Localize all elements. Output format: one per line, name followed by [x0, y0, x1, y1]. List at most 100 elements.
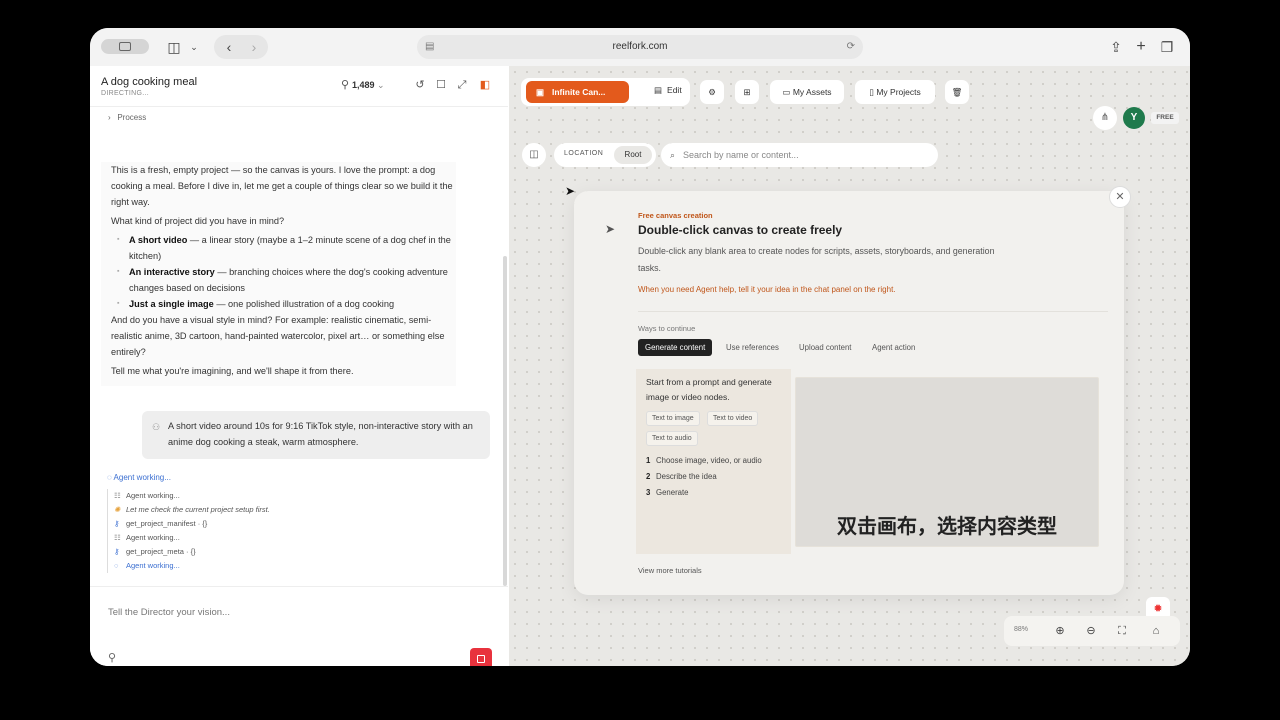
chat-input[interactable]: Tell the Director your vision...	[108, 607, 230, 618]
panel-toggle-icon[interactable]: ◧	[478, 78, 492, 92]
infinite-canvas-button[interactable]: ▣ Infinite Can...	[526, 81, 629, 103]
browser-window: ◫ ⌄ ‹ › ▤ reelfork.com ⟳ ⇪ + ❐ A dog coo…	[90, 28, 1190, 666]
card-divider	[638, 311, 1108, 312]
chat-input-area: Tell the Director your vision... ⚲	[90, 586, 508, 666]
grid-icon: ⊞	[743, 87, 751, 97]
chat-panel: A dog cooking meal DIRECTING... ⚲ 1,489 …	[90, 66, 508, 666]
list-item: A short video — a linear story (maybe a …	[117, 232, 456, 264]
intro-text: This is a fresh, empty project — so the …	[111, 165, 453, 207]
tool-item: ◌ Agent working...	[114, 559, 270, 573]
tutorial-hat-icon[interactable]: ⌂	[1148, 623, 1164, 639]
zoom-in-icon[interactable]: ⊕	[1052, 623, 1068, 639]
list-item: Just a single image — one polished illus…	[117, 296, 456, 312]
zoom-out-icon[interactable]: ⊖	[1083, 623, 1099, 639]
tab-use-references[interactable]: Use references	[719, 339, 786, 356]
search-input[interactable]: ⌕ Search by name or content...	[661, 143, 938, 167]
my-assets-button[interactable]: ▭ My Assets	[770, 80, 844, 104]
text-to-image-chip[interactable]: Text to image	[646, 411, 700, 426]
grid-view-button[interactable]: ⊞	[735, 80, 759, 104]
tabs-overview-icon[interactable]: ❐	[1160, 38, 1174, 56]
view-more-link[interactable]: View more tutorials	[638, 566, 702, 575]
root-crumb[interactable]: Root	[614, 146, 652, 164]
window-icon	[119, 42, 131, 51]
tutorial-preview: 双击画布，选择内容类型	[795, 377, 1099, 547]
edit-icon: ▤	[654, 85, 663, 95]
fit-screen-icon[interactable]: ⛶	[1114, 623, 1130, 639]
back-icon[interactable]: ‹	[222, 38, 236, 56]
my-projects-button[interactable]: ▯ My Projects	[855, 80, 935, 104]
wrench-icon: ⚷	[114, 547, 120, 556]
canvas-icon: ▣	[536, 87, 545, 97]
settings-button[interactable]: ⚙	[700, 80, 724, 104]
bug-icon: ✹	[1153, 603, 1163, 615]
forward-icon[interactable]: ›	[247, 38, 261, 56]
text-to-video-chip[interactable]: Text to video	[707, 411, 759, 426]
delete-button[interactable]: 🗑	[945, 80, 969, 104]
generate-panel: Start from a prompt and generate image o…	[636, 369, 791, 554]
outro-text: Tell me what you're imagining, and we'll…	[111, 366, 354, 376]
sidebar-pill[interactable]	[101, 39, 149, 54]
paperclip-icon: ⚲	[340, 79, 350, 91]
mouse-pointer-icon: ➤	[565, 184, 576, 198]
style-question: And do you have a visual style in mind? …	[111, 315, 445, 357]
step-item: 1 Choose image, video, or audio	[646, 456, 762, 465]
tool-item[interactable]: ⚷ get_project_meta · {}	[114, 545, 270, 559]
user-icon: ⚇	[152, 422, 161, 432]
feedback-icon[interactable]: ☐	[434, 78, 448, 92]
wrench-icon: ⚷	[114, 519, 120, 528]
new-tab-icon[interactable]: +	[1134, 38, 1148, 56]
stop-button[interactable]	[470, 648, 492, 666]
share-icon[interactable]: ⇪	[1109, 38, 1123, 56]
attach-icon[interactable]: ⚲	[108, 651, 116, 664]
tool-item[interactable]: ⚷ get_project_manifest · {}	[114, 517, 270, 531]
infinite-canvas[interactable]: ▣ Infinite Can... ▤ Edit ⚙ ⊞ ▭ My Assets ▯…	[509, 66, 1190, 666]
close-button[interactable]: ✕	[1109, 186, 1131, 208]
plan-badge: FREE	[1151, 112, 1179, 124]
browser-toolbar: ◫ ⌄ ‹ › ▤ reelfork.com ⟳ ⇪ + ❐	[90, 28, 1190, 66]
panel-text: Start from a prompt and generate image o…	[646, 377, 772, 402]
expand-icon[interactable]: ⤢	[455, 78, 469, 92]
zoom-level: 88%	[1014, 626, 1029, 633]
zoom-controls: 88% ⊕ ⊖ ⛶ ⌂	[1004, 616, 1180, 646]
edit-button[interactable]: ▤ Edit	[654, 85, 682, 96]
folder-icon: ▭	[782, 87, 791, 97]
sidebar-toggle-icon[interactable]: ◫	[166, 38, 182, 56]
tab-generate-content[interactable]: Generate content	[638, 339, 713, 356]
step-item: 2 Describe the idea	[646, 472, 717, 481]
chevron-down-icon[interactable]: ⌄	[188, 38, 200, 56]
text-to-audio-chip[interactable]: Text to audio	[646, 431, 698, 446]
location-label: LOCATION	[564, 150, 604, 157]
history-icon[interactable]: ↺	[413, 78, 427, 92]
question-text: What kind of project did you have in min…	[111, 216, 285, 226]
card-note: When you need Agent help, tell it your i…	[638, 285, 896, 294]
gear-icon: ⚙	[708, 87, 716, 97]
sparkle-icon: ✺	[114, 505, 121, 514]
close-icon: ✕	[1115, 191, 1125, 203]
agent-status: ◌ Agent working...	[107, 473, 171, 482]
trash-icon: 🗑	[951, 87, 963, 97]
step-item: 3 Generate	[646, 488, 689, 497]
process-toggle[interactable]: › Process	[108, 113, 146, 122]
reload-icon[interactable]: ⟳	[847, 35, 855, 59]
tool-item: ✺ Let me check the current project setup …	[114, 503, 270, 517]
avatar[interactable]: Y	[1123, 107, 1145, 129]
share-button[interactable]: ⋔	[1093, 106, 1117, 130]
ways-label: Ways to continue	[638, 324, 696, 333]
search-icon: ⌕	[670, 150, 676, 160]
share-icon: ⋔	[1100, 112, 1110, 123]
spinner-icon: ◌	[114, 561, 119, 570]
credits-count[interactable]: 1,489 ⌄	[352, 80, 385, 91]
card-title: Double-click canvas to create freely	[638, 223, 843, 237]
url-text: reelfork.com	[612, 41, 668, 52]
tab-agent-action[interactable]: Agent action	[865, 339, 922, 356]
chat-scrollbar[interactable]	[503, 256, 507, 586]
sidebar-icon: ◫	[529, 149, 539, 160]
assistant-message: This is a fresh, empty project — so the …	[101, 162, 456, 386]
project-status: DIRECTING...	[101, 90, 149, 97]
user-message: ⚇ A short video around 10s for 9:16 TikT…	[142, 411, 490, 459]
sidebar-toggle-button[interactable]: ◫	[522, 143, 546, 167]
address-bar[interactable]: ▤ reelfork.com ⟳	[417, 35, 863, 59]
tab-upload-content[interactable]: Upload content	[792, 339, 858, 356]
tutorial-card: ➤ Free canvas creation Double-click canv…	[574, 191, 1124, 595]
list-item: An interactive story — branching choices…	[117, 264, 456, 296]
